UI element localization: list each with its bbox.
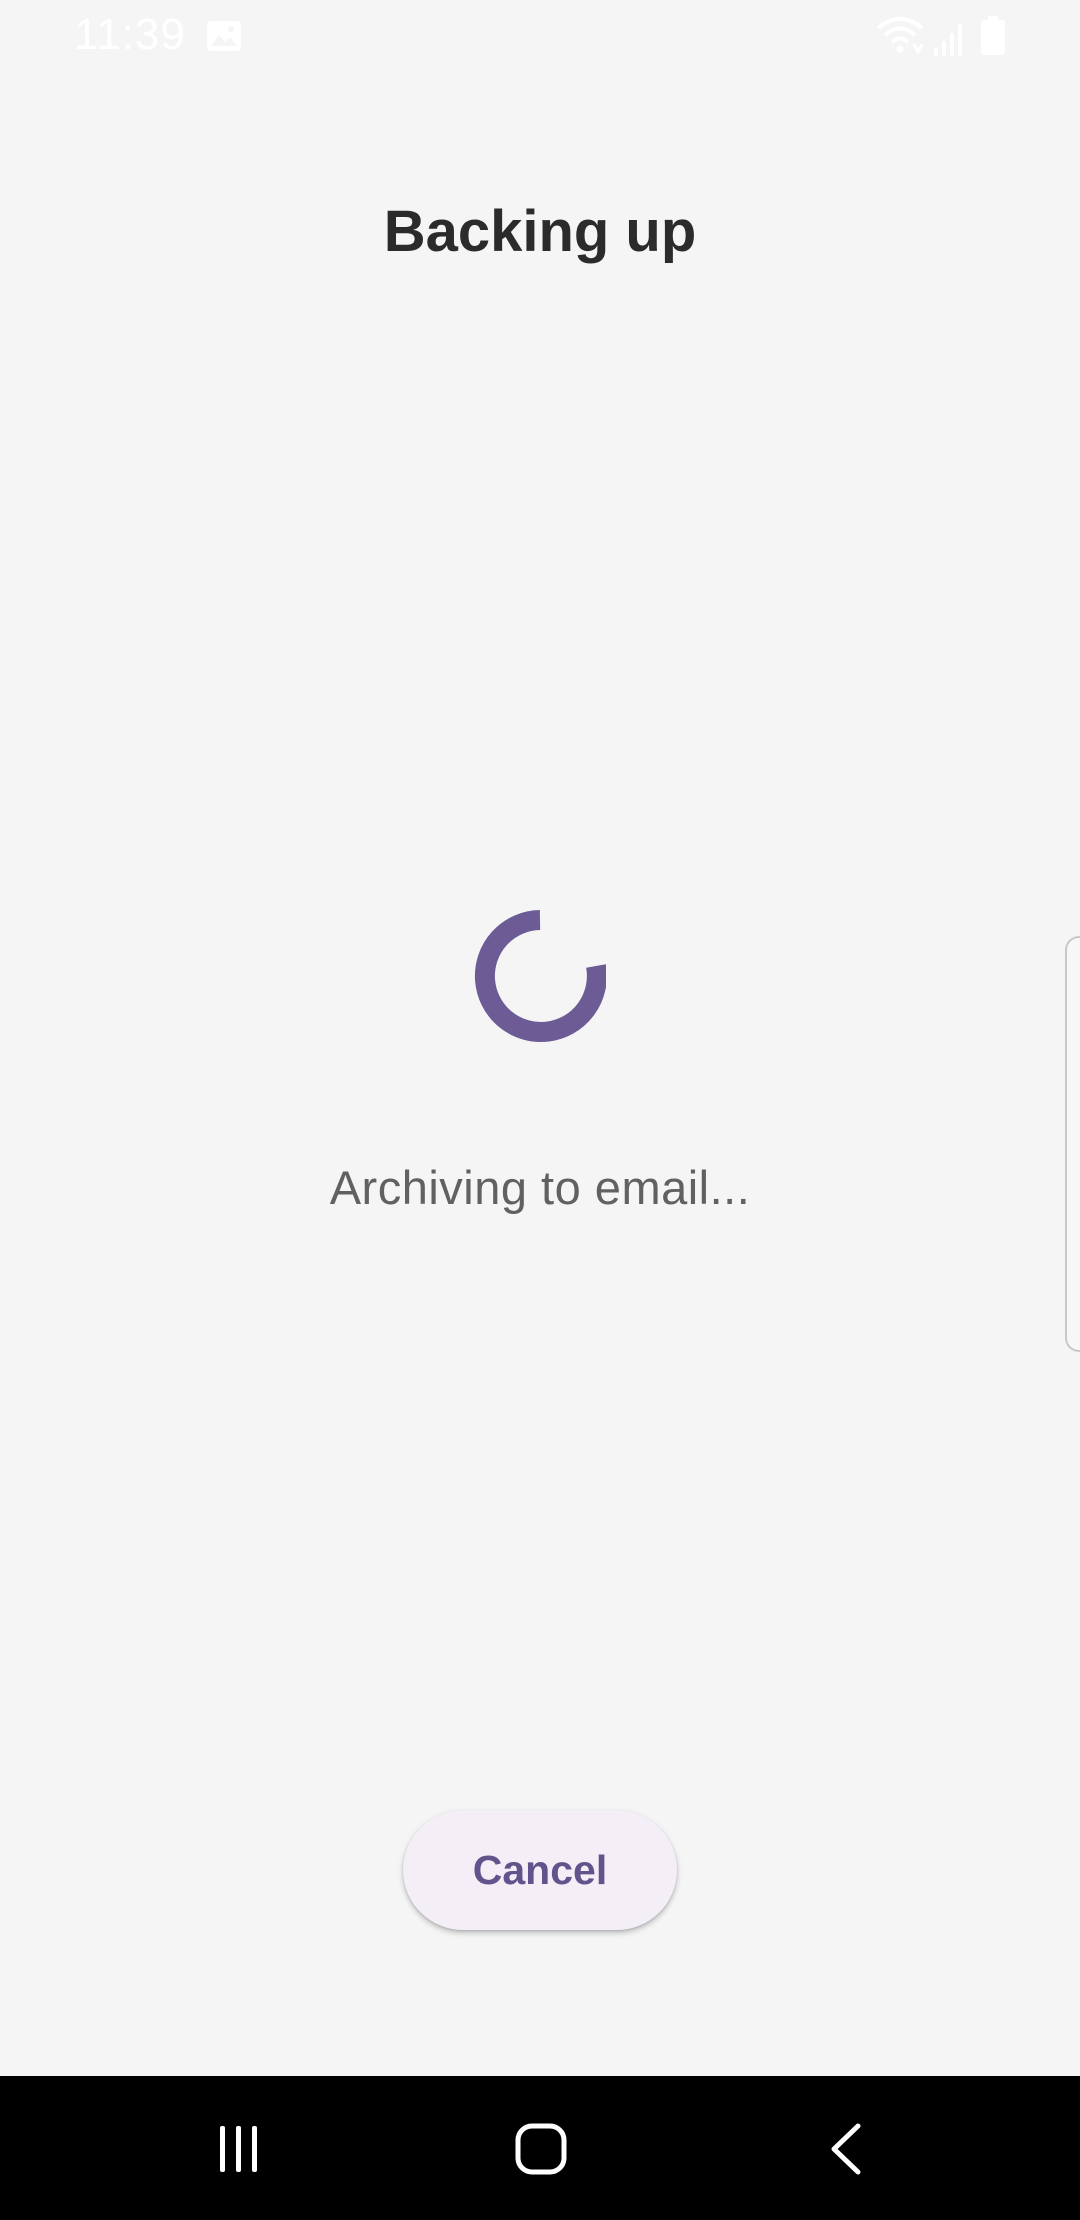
status-time: 11:39 xyxy=(74,10,186,59)
signal-icon xyxy=(934,24,962,56)
edge-panel-handle[interactable] xyxy=(1065,936,1080,1352)
status-bar: 11:39 xyxy=(0,0,1080,74)
home-icon[interactable] xyxy=(514,2122,568,2176)
loading-spinner xyxy=(474,910,606,1042)
navigation-bar xyxy=(0,2076,1080,2220)
wifi-icon xyxy=(876,17,924,56)
page-title: Backing up xyxy=(383,199,697,264)
image-icon xyxy=(207,21,241,51)
battery-icon xyxy=(981,16,1005,55)
back-icon[interactable] xyxy=(826,2122,866,2176)
cancel-button[interactable]: Cancel xyxy=(403,1810,677,1930)
recents-icon[interactable] xyxy=(214,2124,264,2174)
progress-status-text: Archiving to email... xyxy=(329,1161,751,1214)
